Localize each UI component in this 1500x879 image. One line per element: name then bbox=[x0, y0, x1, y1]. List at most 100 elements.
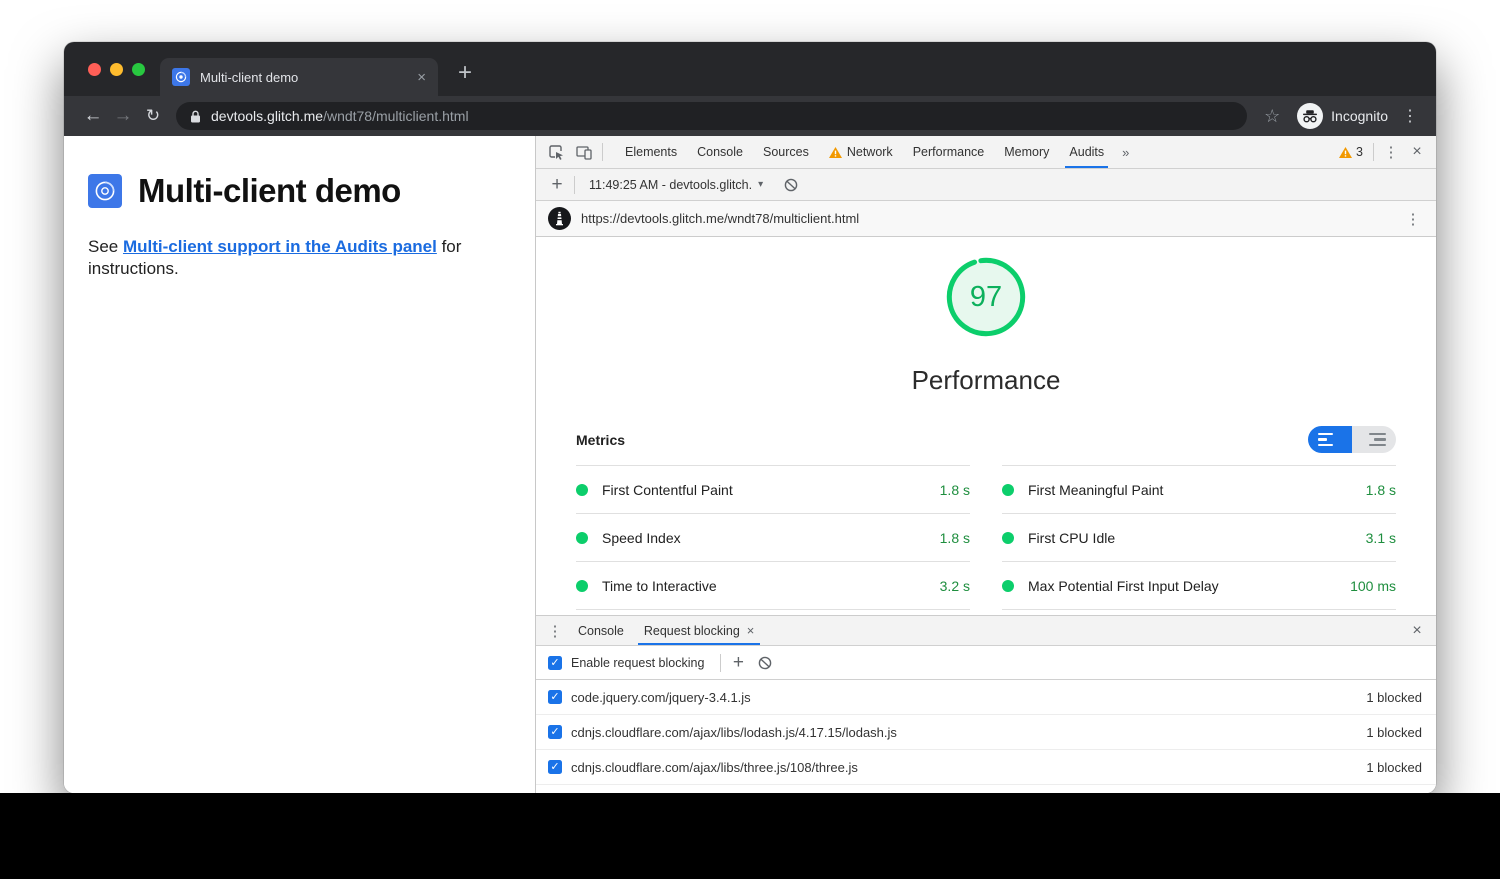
remove-all-patterns-icon[interactable] bbox=[751, 650, 779, 676]
add-pattern-icon[interactable]: + bbox=[725, 652, 751, 674]
metric-row: First CPU Idle 3.1 s bbox=[1002, 514, 1396, 562]
body-prefix: See bbox=[88, 237, 123, 256]
chevron-down-icon[interactable]: ▾ bbox=[758, 179, 763, 190]
clear-audits-icon[interactable] bbox=[777, 172, 805, 198]
toolbar-divider bbox=[574, 176, 575, 194]
tab-strip: Multi-client demo × + bbox=[64, 42, 1436, 96]
metric-row: Speed Index 1.8 s bbox=[576, 514, 970, 562]
address-toolbar: ← → ↻ devtools.glitch.me/wndt78/multicli… bbox=[64, 96, 1436, 136]
warning-count-badge[interactable]: 3 bbox=[1333, 145, 1369, 159]
bottom-black-band bbox=[0, 793, 1500, 879]
metrics-view-toggle bbox=[1308, 426, 1396, 453]
pass-dot-icon bbox=[576, 532, 588, 544]
devtools-panel: Elements Console Sources Network Perform… bbox=[536, 136, 1436, 793]
lighthouse-icon bbox=[548, 207, 571, 230]
metrics-column-left: First Contentful Paint 1.8 s Speed Index… bbox=[576, 465, 970, 610]
metrics-column-right: First Meaningful Paint 1.8 s First CPU I… bbox=[1002, 465, 1396, 610]
audit-session-select[interactable]: 11:49:25 AM - devtools.glitch. bbox=[589, 178, 752, 192]
browser-menu-icon[interactable]: ⋮ bbox=[1398, 106, 1422, 126]
active-drawer-tab-indicator bbox=[638, 643, 761, 645]
metric-row: First Meaningful Paint 1.8 s bbox=[1002, 466, 1396, 514]
toolbar-divider bbox=[602, 143, 603, 161]
drawer-close-icon[interactable]: × bbox=[1404, 622, 1430, 640]
enable-blocking-checkbox[interactable]: ✓ bbox=[548, 656, 562, 670]
metrics-heading: Metrics bbox=[576, 432, 625, 448]
bookmark-star-icon[interactable]: ☆ bbox=[1257, 106, 1287, 127]
condensed-view-icon[interactable] bbox=[1308, 426, 1352, 453]
enable-blocking-label: Enable request blocking bbox=[571, 656, 704, 670]
list-view-icon[interactable] bbox=[1352, 426, 1396, 453]
warning-icon bbox=[1339, 147, 1352, 158]
lock-icon bbox=[190, 110, 201, 123]
request-blocking-toolbar: ✓ Enable request blocking + bbox=[536, 646, 1436, 680]
inspect-element-icon[interactable] bbox=[542, 139, 570, 165]
toolbar-divider bbox=[1373, 143, 1374, 161]
screenshot-stage: Multi-client demo × + ← → ↻ devtools.gli… bbox=[0, 0, 1500, 879]
tab-network[interactable]: Network bbox=[819, 136, 903, 168]
forward-icon[interactable]: → bbox=[108, 105, 138, 127]
tab-close-icon[interactable]: × bbox=[417, 70, 426, 85]
url-host: devtools.glitch.me bbox=[211, 108, 323, 124]
window-controls bbox=[88, 63, 145, 76]
blocked-pattern-row[interactable]: ✓ cdnjs.cloudflare.com/ajax/libs/three.j… bbox=[536, 750, 1436, 785]
drawer-tab-console[interactable]: Console bbox=[568, 616, 634, 645]
audits-panel-link[interactable]: Multi-client support in the Audits panel bbox=[123, 237, 437, 256]
blocked-patterns-list: ✓ code.jquery.com/jquery-3.4.1.js 1 bloc… bbox=[536, 680, 1436, 793]
devtools-menu-icon[interactable]: ⋮ bbox=[1378, 143, 1404, 161]
warning-count: 3 bbox=[1356, 145, 1363, 159]
drawer-tab-close-icon[interactable]: × bbox=[747, 623, 755, 638]
zoom-window-button[interactable] bbox=[132, 63, 145, 76]
drawer-tab-request-blocking[interactable]: Request blocking × bbox=[634, 616, 765, 645]
audited-url: https://devtools.glitch.me/wndt78/multic… bbox=[581, 211, 859, 226]
pass-dot-icon bbox=[576, 484, 588, 496]
tab-sources[interactable]: Sources bbox=[753, 136, 819, 168]
blocked-count: 1 blocked bbox=[1366, 760, 1422, 775]
pattern-checkbox[interactable]: ✓ bbox=[548, 725, 562, 739]
performance-score: 97 bbox=[942, 253, 1030, 341]
active-tab-indicator bbox=[1065, 166, 1108, 168]
tab-console[interactable]: Console bbox=[687, 136, 753, 168]
pattern-checkbox[interactable]: ✓ bbox=[548, 760, 562, 774]
pattern-checkbox[interactable]: ✓ bbox=[548, 690, 562, 704]
tab-performance[interactable]: Performance bbox=[903, 136, 995, 168]
page-title: Multi-client demo bbox=[138, 172, 401, 210]
web-page: Multi-client demo See Multi-client suppo… bbox=[64, 136, 536, 793]
pass-dot-icon bbox=[576, 580, 588, 592]
pass-dot-icon bbox=[1002, 580, 1014, 592]
page-body-text: See Multi-client support in the Audits p… bbox=[88, 236, 518, 280]
omnibox[interactable]: devtools.glitch.me/wndt78/multiclient.ht… bbox=[176, 102, 1247, 130]
new-audit-icon[interactable]: + bbox=[544, 174, 570, 196]
devtools-drawer: ⋮ Console Request blocking × × ✓ Enable … bbox=[536, 615, 1436, 793]
lighthouse-report: 97 Performance Metrics bbox=[536, 237, 1436, 615]
audits-session-row: + 11:49:25 AM - devtools.glitch. ▾ bbox=[536, 169, 1436, 201]
devtools-close-icon[interactable]: × bbox=[1404, 143, 1430, 161]
incognito-icon bbox=[1297, 103, 1323, 129]
reload-icon[interactable]: ↻ bbox=[138, 106, 168, 126]
more-tabs-icon[interactable]: » bbox=[1114, 145, 1137, 160]
tab-elements[interactable]: Elements bbox=[615, 136, 687, 168]
pass-dot-icon bbox=[1002, 532, 1014, 544]
drawer-menu-icon[interactable]: ⋮ bbox=[542, 622, 568, 640]
close-window-button[interactable] bbox=[88, 63, 101, 76]
metric-row: Max Potential First Input Delay 100 ms bbox=[1002, 562, 1396, 610]
devtools-toolbar-right: 3 ⋮ × bbox=[1333, 143, 1430, 161]
devtools-toolbar: Elements Console Sources Network Perform… bbox=[536, 136, 1436, 169]
metrics-section: Metrics bbox=[536, 426, 1436, 610]
blocked-pattern-row[interactable]: ✓ code.jquery.com/jquery-3.4.1.js 1 bloc… bbox=[536, 680, 1436, 715]
device-toolbar-icon[interactable] bbox=[570, 139, 598, 165]
new-tab-button[interactable]: + bbox=[458, 59, 472, 87]
browser-tab[interactable]: Multi-client demo × bbox=[160, 58, 438, 96]
drawer-tab-bar: ⋮ Console Request blocking × × bbox=[536, 616, 1436, 646]
browser-window: Multi-client demo × + ← → ↻ devtools.gli… bbox=[64, 42, 1436, 793]
report-menu-icon[interactable]: ⋮ bbox=[1400, 210, 1426, 228]
devtools-tab-bar: Elements Console Sources Network Perform… bbox=[615, 136, 1137, 168]
window-content: Multi-client demo See Multi-client suppo… bbox=[64, 136, 1436, 793]
tab-audits[interactable]: Audits bbox=[1059, 136, 1114, 168]
back-icon[interactable]: ← bbox=[78, 105, 108, 127]
minimize-window-button[interactable] bbox=[110, 63, 123, 76]
incognito-indicator: Incognito bbox=[1297, 103, 1388, 129]
blocked-pattern-row[interactable]: ✓ cdnjs.cloudflare.com/ajax/libs/lodash.… bbox=[536, 715, 1436, 750]
tab-memory[interactable]: Memory bbox=[994, 136, 1059, 168]
performance-gauge: 97 bbox=[942, 253, 1030, 341]
incognito-label: Incognito bbox=[1331, 108, 1388, 124]
